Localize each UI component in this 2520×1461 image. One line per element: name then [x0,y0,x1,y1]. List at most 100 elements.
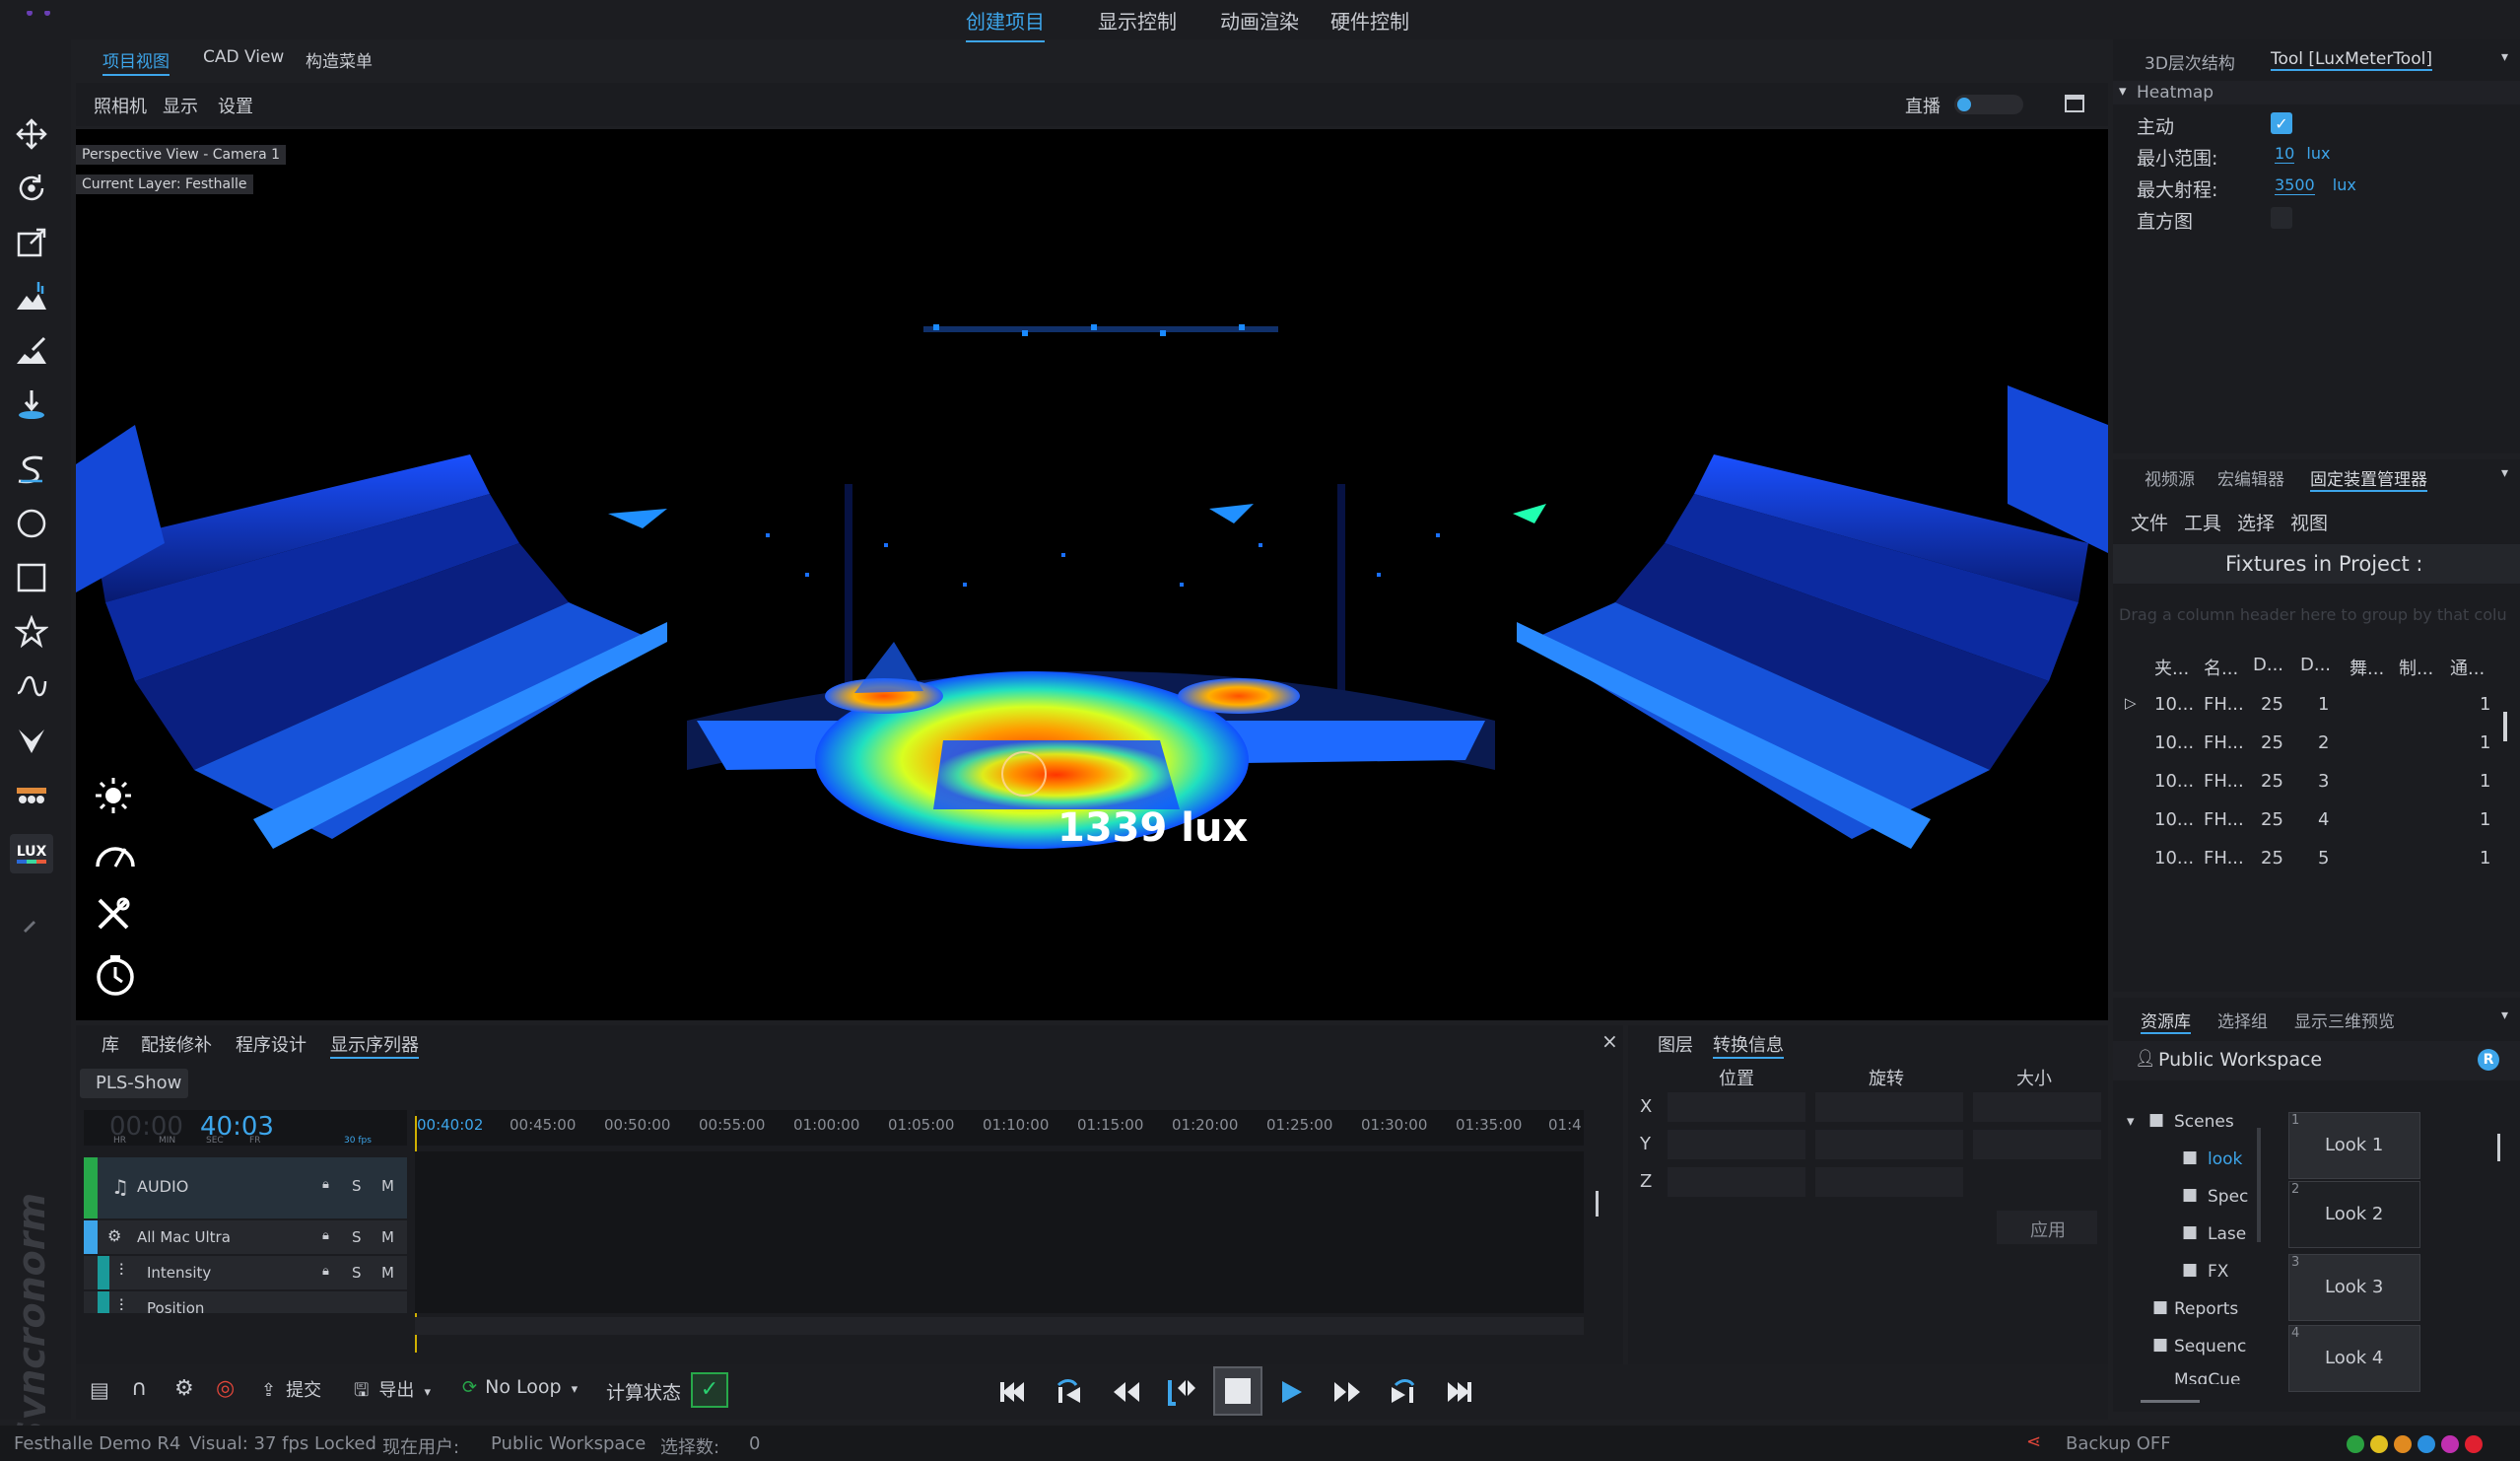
col-header-maker[interactable]: 制... [2399,655,2433,680]
position-z-field[interactable] [1668,1167,1805,1197]
col-header-d1[interactable]: D... [2253,655,2283,675]
tab-layers[interactable]: 图层 [1658,1031,1693,1057]
tab-3d-preview[interactable]: 显示三维预览 [2294,1008,2395,1032]
stop-button[interactable] [1213,1366,1262,1416]
look-button-1[interactable]: 1 Look 1 [2288,1112,2420,1179]
timeline-horizontal-scrollbar[interactable] [415,1317,1584,1335]
tab-project-view[interactable]: 项目视图 [102,47,170,76]
export-dropdown[interactable]: 🖫︎ 导出 ▾ [354,1376,431,1408]
tree-item-laser[interactable]: Lase [2208,1224,2246,1244]
max-range-field[interactable]: 3500 lux [2275,174,2491,197]
tab-programming[interactable]: 程序设计 [236,1031,306,1057]
mute-button[interactable]: M [381,1228,394,1246]
tab-patch[interactable]: 配接修补 [141,1031,212,1057]
timer-icon[interactable] [94,953,137,1002]
magnet-icon[interactable]: ∩ [131,1376,147,1401]
3d-viewport[interactable]: Perspective View - Camera 1 Current Laye… [76,129,2108,1020]
tree-item-msqcue[interactable]: MsqCue [2152,1370,2251,1384]
light-brightness-icon[interactable] [94,776,133,820]
tab-library[interactable]: 库 [102,1031,119,1057]
rotation-z-field[interactable] [1815,1167,1963,1197]
scale-tool-icon[interactable] [12,223,51,262]
panel-menu-chevron-icon[interactable]: ▾ [2501,49,2508,65]
close-icon[interactable]: × [1601,1029,1618,1053]
rotate-tool-icon[interactable] [12,169,51,208]
loop-dropdown[interactable]: ⟳ No Loop ▾ [462,1376,578,1398]
track-position[interactable]: ⫶ Position [84,1291,407,1313]
fixture-group-icon[interactable] [12,775,51,814]
col-header-channel[interactable]: 通... [2450,655,2485,680]
size-x-field[interactable] [1973,1092,2101,1122]
menu-settings[interactable]: 设置 [218,93,253,118]
circle-tool-icon[interactable] [12,504,51,543]
tree-scrollbar[interactable] [2257,1128,2261,1242]
tree-item-fx[interactable]: FX [2208,1262,2228,1282]
previous-cue-icon[interactable] [1050,1372,1089,1412]
look-button-4[interactable]: 4 Look 4 [2288,1325,2420,1392]
menu-file[interactable]: 文件 [2131,509,2168,535]
heatmap-section-header[interactable]: ▾ Heatmap [2113,81,2520,104]
tree-item-scenes[interactable]: Scenes [2174,1112,2234,1132]
maximize-icon[interactable] [2065,95,2084,112]
rewind-icon[interactable] [1107,1372,1146,1412]
tab-selection-groups[interactable]: 选择组 [2217,1008,2268,1032]
tab-show-sequencer[interactable]: 显示序列器 [330,1031,419,1059]
go-to-end-icon[interactable] [1440,1372,1479,1412]
tab-macro-editor[interactable]: 宏编辑器 [2217,465,2284,490]
tree-item-sequences[interactable]: Sequenc [2174,1337,2246,1357]
share-icon[interactable]: ⋖ [2026,1431,2041,1452]
tree-item-spec[interactable]: Spec [2208,1187,2248,1207]
timeline-vertical-scrollbar[interactable] [1596,1191,1599,1217]
tab-transform-info[interactable]: 转换信息 [1713,1031,1784,1059]
rotation-y-field[interactable] [1815,1130,1963,1159]
gauge-icon[interactable] [94,835,137,875]
tab-asset-library[interactable]: 资源库 [2141,1008,2191,1034]
lock-icon[interactable]: 🔒︎ [322,1264,329,1279]
tree-expand-icon[interactable]: ▾ [2127,1112,2135,1130]
beam-tool-icon[interactable] [12,721,51,760]
submit-button[interactable]: ⇪ 提交 [261,1376,321,1402]
star-tool-icon[interactable] [12,612,51,652]
tab-video-source[interactable]: 视频源 [2145,465,2195,490]
tab-lux-meter-tool[interactable]: Tool [LuxMeterTool] [2271,49,2432,71]
tab-construction-menu[interactable]: 构造菜单 [306,47,373,72]
tab-cad-view[interactable]: CAD View [203,47,284,67]
size-y-field[interactable] [1973,1130,2101,1159]
show-selector[interactable]: PLS-Show [80,1069,188,1098]
panel-menu-chevron-icon[interactable]: ▾ [2501,465,2508,481]
menu-view[interactable]: 视图 [2290,509,2328,535]
terrain-tool-icon[interactable] [12,277,51,316]
solo-button[interactable]: S [352,1228,362,1246]
tab-3d-hierarchy[interactable]: 3D层次结构 [2145,49,2235,74]
menu-camera[interactable]: 照相机 [94,93,147,118]
top-menu-hardware-control[interactable]: 硬件控制 [1330,6,1409,35]
lock-icon[interactable]: 🔒︎ [322,1228,329,1243]
fast-forward-icon[interactable] [1328,1372,1367,1412]
mute-button[interactable]: M [381,1264,394,1282]
top-menu-animation-render[interactable]: 动画渲染 [1220,6,1299,35]
move-tool-icon[interactable] [12,114,51,154]
solo-button[interactable]: S [352,1177,362,1195]
expand-row-icon[interactable]: ▷ [2125,694,2137,712]
min-range-field[interactable]: 10 lux [2275,142,2491,166]
calc-state-check[interactable]: ✓ [691,1372,728,1408]
tree-horizontal-scrollbar[interactable] [2141,1400,2200,1403]
next-cue-icon[interactable] [1383,1372,1422,1412]
status-backup[interactable]: Backup OFF [2066,1433,2171,1454]
paint-terrain-icon[interactable] [12,331,51,371]
col-header-fixture[interactable]: 夹... [2154,655,2189,680]
record-marker-icon[interactable]: ◎ [216,1376,235,1401]
look-button-3[interactable]: 3 Look 3 [2288,1254,2420,1321]
document-icon[interactable]: ▤ [90,1378,109,1402]
table-scrollbar[interactable] [2503,712,2507,741]
go-to-start-icon[interactable] [992,1372,1032,1412]
live-toggle[interactable] [1954,95,2023,114]
active-checkbox[interactable]: ✓ [2271,112,2292,134]
drop-to-ground-icon[interactable] [12,385,51,425]
group-by-hint[interactable]: Drag a column header here to group by th… [2119,605,2507,624]
col-header-stage[interactable]: 舞... [2350,655,2384,680]
menu-select[interactable]: 选择 [2237,509,2275,535]
panel-menu-chevron-icon[interactable]: ▾ [2501,1008,2508,1023]
rectangle-tool-icon[interactable] [12,558,51,597]
position-x-field[interactable] [1668,1092,1805,1122]
